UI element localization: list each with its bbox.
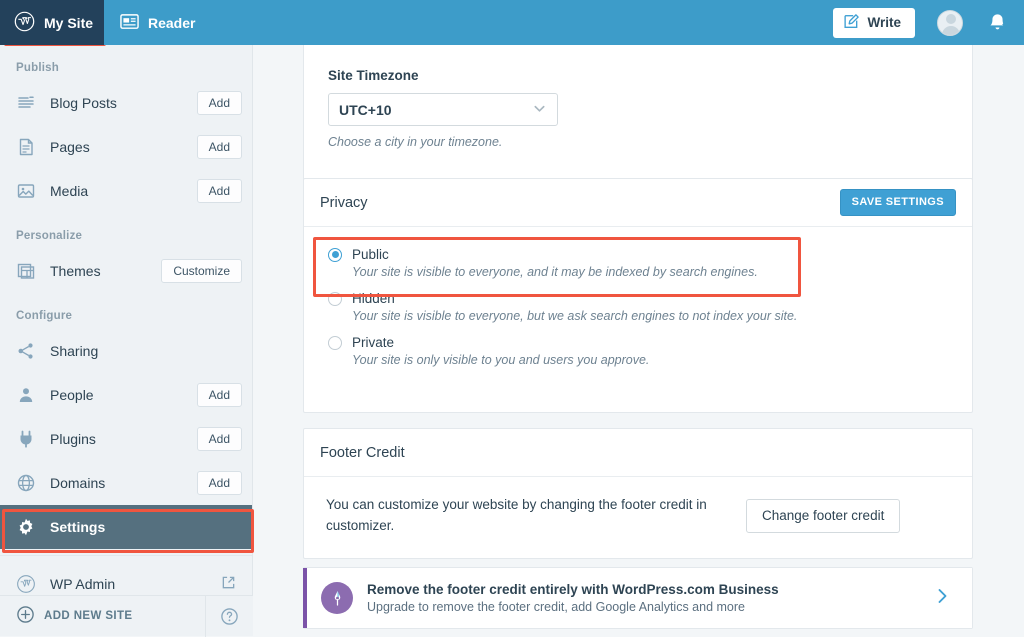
- masterbar-reader-button[interactable]: Reader: [104, 0, 211, 45]
- site-timezone-label: Site Timezone: [328, 68, 419, 83]
- sidebar-item-plugins[interactable]: Plugins Add: [0, 417, 252, 461]
- pages-icon: [16, 137, 40, 157]
- privacy-card-header: Privacy SAVE SETTINGS: [304, 179, 972, 227]
- radio-public[interactable]: [328, 247, 342, 262]
- chevron-right-icon[interactable]: [932, 586, 958, 611]
- sidebar-item-pages[interactable]: Pages Add: [0, 125, 252, 169]
- upgrade-banner[interactable]: Remove the footer credit entirely with W…: [303, 567, 973, 629]
- privacy-option-description: Your site is visible to everyone, but we…: [352, 309, 798, 323]
- sidebar-footer: ADD NEW SITE: [0, 595, 253, 637]
- site-timezone-select[interactable]: UTC+10: [328, 93, 558, 126]
- sidebar-item-label: Blog Posts: [50, 95, 117, 111]
- privacy-option-private[interactable]: Private Your site is only visible to you…: [328, 335, 948, 367]
- radio-hidden[interactable]: [328, 291, 342, 306]
- write-button-label: Write: [867, 15, 901, 30]
- wordpress-icon: [16, 574, 40, 594]
- sidebar-item-label: Settings: [50, 519, 106, 535]
- domains-icon: [16, 473, 40, 493]
- masterbar-my-site-button[interactable]: My Site: [0, 0, 104, 45]
- reader-icon: [120, 13, 139, 33]
- sharing-icon: [16, 341, 40, 361]
- sidebar-item-label: WP Admin: [50, 576, 116, 592]
- external-link-icon: [221, 575, 242, 593]
- footer-credit-card-header: Footer Credit: [304, 429, 972, 477]
- add-new-site-label: ADD NEW SITE: [44, 610, 133, 622]
- masterbar: My Site Reader Write: [0, 0, 1024, 45]
- privacy-option-label: Hidden: [352, 291, 395, 306]
- add-people-button[interactable]: Add: [196, 383, 242, 407]
- sidebar-item-settings[interactable]: Settings: [0, 505, 252, 549]
- privacy-option-description: Your site is visible to everyone, and it…: [352, 265, 758, 279]
- sidebar-item-label: Domains: [50, 475, 106, 491]
- site-timezone-help-text: Choose a city in your timezone.: [328, 135, 503, 149]
- change-footer-credit-button[interactable]: Change footer credit: [746, 499, 901, 533]
- sidebar-item-label: People: [50, 387, 94, 403]
- sidebar-item-themes[interactable]: Themes Customize: [0, 249, 252, 293]
- media-icon: [16, 181, 40, 201]
- sidebar-heading-publish: Publish: [16, 62, 59, 74]
- sidebar: Publish Blog Posts Add Pages Add Media A…: [0, 45, 253, 637]
- privacy-option-public[interactable]: Public Your site is visible to everyone,…: [328, 247, 948, 279]
- sidebar-item-media[interactable]: Media Add: [0, 169, 252, 213]
- masterbar-right-group: Write: [833, 7, 1024, 38]
- sidebar-item-people[interactable]: People Add: [0, 373, 252, 417]
- radio-private[interactable]: [328, 335, 342, 350]
- sidebar-scroll-region: Publish Blog Posts Add Pages Add Media A…: [0, 45, 252, 595]
- people-icon: [16, 385, 40, 405]
- save-settings-button[interactable]: SAVE SETTINGS: [839, 189, 956, 216]
- site-timezone-value: UTC+10: [339, 101, 392, 118]
- chevron-down-icon: [532, 101, 547, 119]
- sidebar-item-label: Media: [50, 183, 89, 199]
- sidebar-item-label: Sharing: [50, 343, 99, 359]
- privacy-card-title: Privacy: [320, 194, 368, 211]
- sidebar-item-label: Pages: [50, 139, 90, 155]
- upgrade-banner-subtitle: Upgrade to remove the footer credit, add…: [367, 600, 745, 614]
- plugins-icon: [16, 429, 40, 449]
- gear-icon: [16, 517, 40, 537]
- sidebar-heading-personalize: Personalize: [16, 230, 83, 242]
- sidebar-item-blog-posts[interactable]: Blog Posts Add: [0, 81, 252, 125]
- customize-themes-button[interactable]: Customize: [161, 259, 242, 283]
- add-new-site-button[interactable]: ADD NEW SITE: [0, 605, 205, 627]
- add-page-button[interactable]: Add: [196, 135, 242, 159]
- sidebar-item-label: Plugins: [50, 431, 96, 447]
- add-media-button[interactable]: Add: [196, 179, 242, 203]
- sidebar-divider: [0, 555, 252, 556]
- privacy-option-hidden[interactable]: Hidden Your site is visible to everyone,…: [328, 291, 948, 323]
- plus-circle-icon: [16, 605, 35, 627]
- help-circle-icon[interactable]: [205, 595, 253, 637]
- privacy-option-label: Private: [352, 335, 395, 350]
- sidebar-item-wp-admin[interactable]: WP Admin: [0, 562, 252, 595]
- footer-credit-card-title: Footer Credit: [320, 444, 405, 461]
- add-domains-button[interactable]: Add: [196, 471, 242, 495]
- privacy-card: Privacy SAVE SETTINGS Public Your site i…: [303, 178, 973, 413]
- pencil-icon: [843, 13, 860, 33]
- privacy-option-label: Public: [352, 247, 389, 262]
- posts-icon: [16, 93, 40, 113]
- privacy-option-description: Your site is only visible to you and use…: [352, 353, 650, 367]
- masterbar-my-site-label: My Site: [44, 14, 94, 31]
- write-button[interactable]: Write: [833, 7, 915, 38]
- add-blog-post-button[interactable]: Add: [196, 91, 242, 115]
- masterbar-reader-label: Reader: [148, 14, 196, 31]
- upgrade-banner-title: Remove the footer credit entirely with W…: [367, 582, 779, 597]
- footer-credit-card: Footer Credit You can customize your web…: [303, 428, 973, 559]
- themes-icon: [16, 261, 40, 281]
- main-content: Site Timezone UTC+10 Choose a city in yo…: [253, 45, 1024, 636]
- wordpress-icon: [14, 11, 35, 35]
- bell-icon[interactable]: [987, 12, 1008, 33]
- sidebar-heading-configure: Configure: [16, 310, 73, 322]
- pen-nib-icon: [321, 582, 353, 614]
- footer-credit-description: You can customize your website by changi…: [326, 497, 707, 533]
- sidebar-item-label: Themes: [50, 263, 101, 279]
- sidebar-item-sharing[interactable]: Sharing: [0, 329, 252, 373]
- avatar-icon[interactable]: [937, 9, 963, 36]
- sidebar-item-domains[interactable]: Domains Add: [0, 461, 252, 505]
- add-plugins-button[interactable]: Add: [196, 427, 242, 451]
